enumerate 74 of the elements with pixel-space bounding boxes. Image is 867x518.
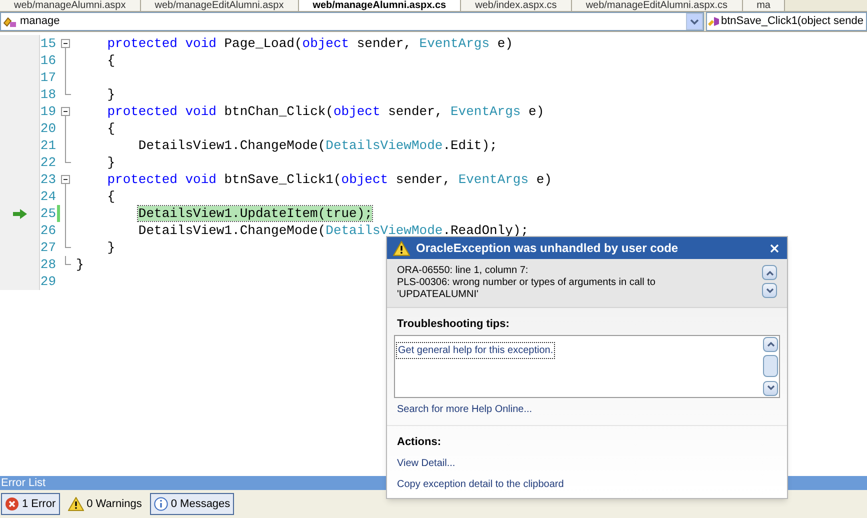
warning-icon bbox=[393, 240, 410, 256]
exception-message: PLS-00306: wrong number or types of arguments in call to 'UPDATEALUMNI' bbox=[397, 277, 656, 301]
close-icon bbox=[770, 244, 778, 252]
document-tab[interactable]: web/index.aspx.cs bbox=[461, 0, 572, 11]
error-icon bbox=[5, 497, 19, 511]
dropdown-button[interactable] bbox=[686, 13, 703, 30]
line-number: 26 bbox=[40, 222, 56, 240]
collapse-icon[interactable] bbox=[61, 39, 70, 52]
line-number: 21 bbox=[40, 136, 56, 155]
line-number: 24 bbox=[40, 188, 56, 206]
action-link[interactable]: Copy exception detail to the clipboard bbox=[397, 477, 777, 492]
document-tab[interactable]: web/manageAlumni.aspx bbox=[0, 0, 141, 11]
line-number: 16 bbox=[40, 52, 56, 70]
line-number: 27 bbox=[40, 238, 56, 257]
caret-icon bbox=[690, 18, 699, 24]
line-number: 28 bbox=[40, 256, 56, 274]
line-number: 15 bbox=[40, 34, 56, 53]
filter-button[interactable]: 0 Messages bbox=[150, 493, 234, 515]
code-line: DetailsView1.ChangeMode(DetailsViewMode.Edit); bbox=[137, 136, 498, 155]
filter-button[interactable]: 0 Warnings bbox=[64, 493, 146, 515]
member-dropdown[interactable]: btnSave_Click1(object sende bbox=[706, 12, 867, 31]
document-tab[interactable]: ma bbox=[742, 0, 786, 11]
section-heading: Troubleshooting tips: bbox=[396, 317, 510, 332]
type-label: manage bbox=[20, 14, 61, 30]
code-line: protected void btnChan_Click(object sender, EventArgs e) bbox=[106, 102, 544, 121]
chevron-up-icon bbox=[766, 270, 774, 276]
class-icon bbox=[2, 14, 18, 28]
line-number: 17 bbox=[40, 68, 56, 87]
action-link[interactable]: View Detail... bbox=[397, 456, 777, 471]
line-number: 25 bbox=[40, 204, 56, 223]
line-number: 22 bbox=[40, 154, 56, 172]
code-line: protected void btnSave_Click1(object sender, EventArgs e) bbox=[106, 170, 552, 189]
scroll-up-button[interactable] bbox=[762, 265, 777, 280]
document-tab[interactable]: web/manageEditAlumni.aspx.cs bbox=[572, 0, 743, 11]
fold-end-icon bbox=[65, 154, 71, 163]
line-number: 29 bbox=[40, 272, 56, 291]
line-number: 19 bbox=[40, 102, 56, 121]
code-line: { bbox=[106, 52, 116, 70]
chevron-up-icon bbox=[766, 341, 774, 347]
scroll-up-button[interactable] bbox=[763, 336, 778, 352]
chevron-down-icon bbox=[766, 288, 774, 294]
code-line: } bbox=[106, 238, 116, 257]
collapse-icon[interactable] bbox=[61, 107, 70, 120]
code-line: DetailsView1.ChangeMode(DetailsViewMode.ReadOnly); bbox=[137, 222, 529, 240]
warning-icon bbox=[68, 497, 84, 511]
code-line: } bbox=[76, 256, 84, 274]
code-line: protected void Page_Load(object sender, EventArgs e) bbox=[106, 34, 513, 53]
info-icon bbox=[154, 497, 168, 511]
code-line: } bbox=[106, 154, 116, 172]
line-number: 20 bbox=[40, 120, 56, 138]
code-line: } bbox=[106, 86, 116, 104]
collapse-icon[interactable] bbox=[61, 175, 70, 188]
tips-list[interactable]: Get general help for this exception. bbox=[394, 334, 780, 398]
member-label: btnSave_Click1(object sende bbox=[721, 14, 864, 30]
section-heading: Actions: bbox=[396, 434, 442, 450]
method-icon bbox=[707, 14, 721, 28]
document-tab[interactable]: web/manageEditAlumni.aspx bbox=[140, 0, 299, 11]
scroll-down-button[interactable] bbox=[763, 380, 778, 396]
type-dropdown[interactable]: manage bbox=[0, 12, 704, 31]
help-link[interactable]: Search for more Help Online... bbox=[387, 398, 787, 426]
line-number: 23 bbox=[40, 170, 56, 189]
document-tab[interactable]: web/manageAlumni.aspx.cs bbox=[298, 0, 462, 11]
tip-link[interactable]: Get general help for this exception. bbox=[397, 342, 554, 358]
code-line: { bbox=[106, 120, 116, 138]
chevron-down-icon bbox=[766, 385, 774, 391]
fold-end-icon bbox=[65, 86, 71, 95]
scroll-down-button[interactable] bbox=[762, 283, 777, 298]
panel-title: Error List bbox=[1, 478, 46, 488]
scrollbar-thumb[interactable] bbox=[763, 355, 778, 377]
filter-button[interactable]: 1 Error bbox=[1, 493, 60, 515]
line-number: 18 bbox=[40, 86, 56, 104]
code-line: { bbox=[106, 188, 116, 206]
popup-title: OracleException was unhandled by user code bbox=[416, 240, 680, 257]
exception-message: ORA-06550: line 1, column 7: bbox=[397, 265, 530, 277]
